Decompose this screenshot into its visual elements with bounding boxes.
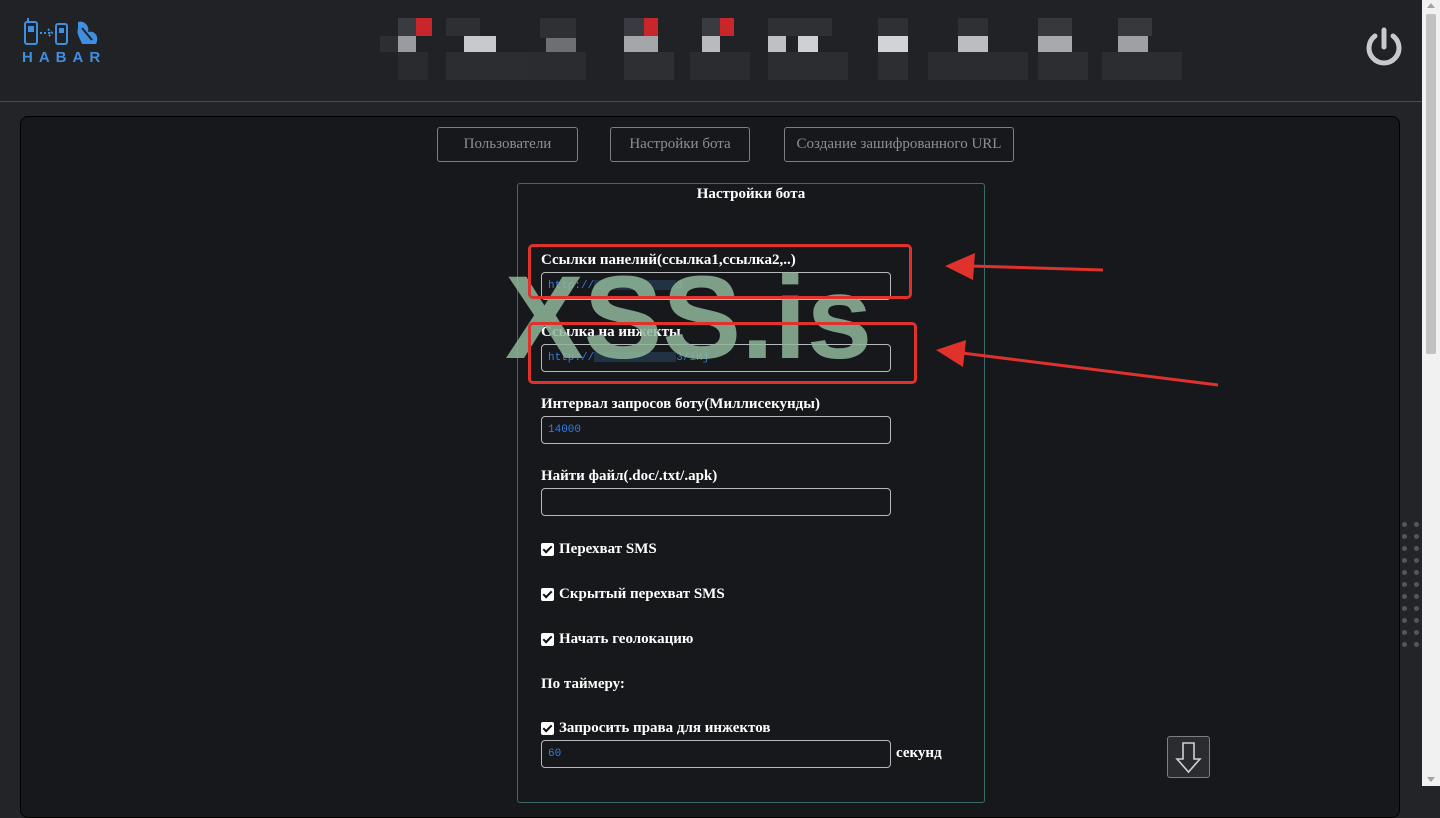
find-file-label: Найти файл(.doc/.txt/.apk)	[541, 468, 718, 484]
top-header: HABAR	[0, 0, 1422, 102]
seconds-unit-label: секунд	[896, 745, 942, 761]
users-button[interactable]: Пользователи	[437, 127, 578, 162]
start-geolocation-label: Начать геолокацию	[559, 631, 694, 647]
hidden-intercept-sms-checkbox[interactable]	[541, 588, 554, 601]
inject-link-value-prefix: http://	[548, 352, 595, 364]
request-interval-input[interactable]	[541, 416, 891, 444]
inject-link-input[interactable]: http:// 3/inj	[541, 344, 891, 372]
decorative-dots	[1400, 522, 1422, 652]
find-file-input[interactable]	[541, 488, 891, 516]
inject-link-value-suffix: 3/inj	[676, 352, 710, 364]
habar-logo: HABAR	[22, 18, 114, 70]
settings-title: Настройки бота	[696, 186, 806, 202]
bot-settings-button[interactable]: Настройки бота	[610, 127, 750, 162]
logo-text: HABAR	[22, 49, 107, 66]
start-geolocation-checkbox[interactable]	[541, 633, 554, 646]
pixelated-banner	[380, 18, 1190, 82]
inject-link-label: Ссылка на инжекты	[541, 324, 681, 340]
intercept-sms-checkbox[interactable]	[541, 543, 554, 556]
logo-phones-icon	[24, 18, 98, 45]
panel-links-value-suffix: 3	[676, 280, 683, 292]
request-interval-label: Интервал запросов боту(Миллисекунды)	[541, 396, 820, 412]
encrypted-url-button[interactable]: Создание зашифрованного URL	[784, 127, 1014, 162]
redacted-host	[594, 280, 677, 291]
panel-links-value-prefix: http://	[548, 280, 595, 292]
intercept-sms-label: Перехват SMS	[559, 541, 657, 557]
panel-links-label: Ссылки панелий(ссылка1,ссылка2,..)	[541, 252, 796, 268]
panel-links-input[interactable]: http:// 3	[541, 272, 891, 300]
scrollbar-thumb[interactable]	[1426, 14, 1436, 354]
inject-permissions-label: Запросить права для инжектов	[559, 720, 771, 736]
scroll-down-button[interactable]	[1167, 736, 1210, 778]
arrow-down-icon	[1175, 742, 1202, 774]
inject-permissions-checkbox[interactable]	[541, 722, 554, 735]
redacted-host	[594, 352, 677, 363]
hidden-intercept-sms-label: Скрытый перехват SMS	[559, 586, 725, 602]
timer-label: По таймеру:	[541, 676, 625, 692]
scroll-down-icon[interactable]	[1427, 777, 1435, 782]
power-icon[interactable]	[1363, 27, 1405, 69]
inject-permissions-timer-input[interactable]	[541, 740, 891, 768]
scroll-up-icon[interactable]	[1427, 3, 1435, 8]
